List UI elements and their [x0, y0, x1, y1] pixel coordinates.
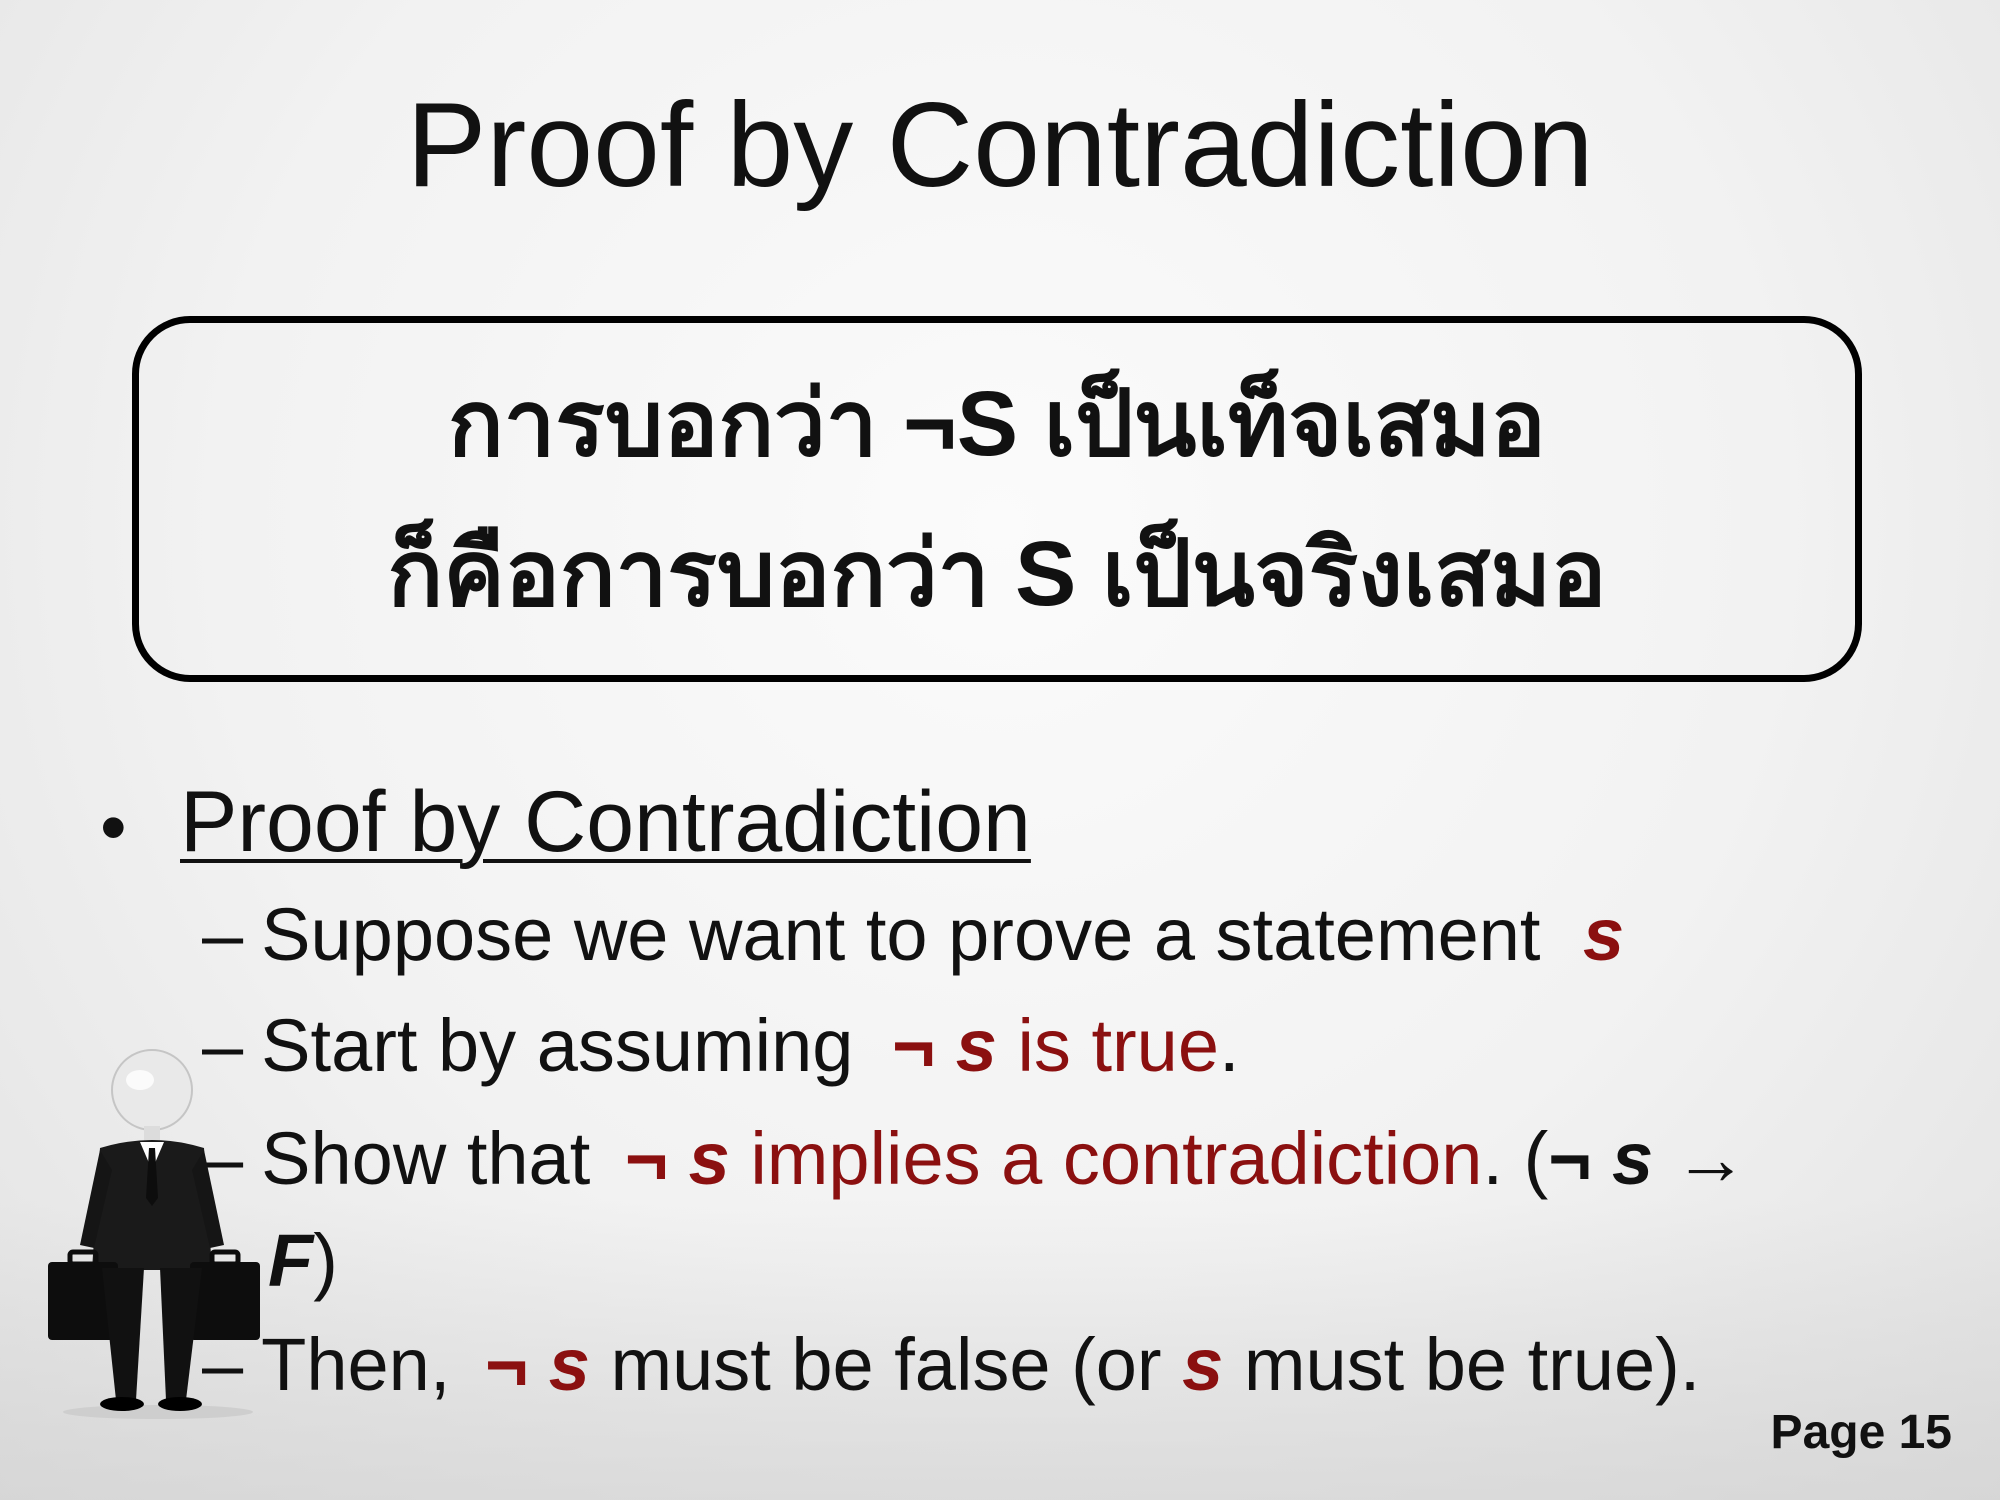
bullet-heading: Proof by Contradiction	[180, 774, 1031, 870]
sub-bullet-text: Start by assuming	[261, 1004, 874, 1087]
sub-bullet-3-continued: F)	[268, 1218, 338, 1303]
sub-bullet-2: – Start by assuming ¬ s is true.	[202, 1003, 1240, 1088]
sub-bullet-text: Then,	[261, 1323, 471, 1406]
callout-box: การบอกว่า ¬S เป็นเท็จเสมอ ก็คือการบอกว่า…	[132, 316, 1862, 682]
negation-symbol: ¬	[891, 1004, 936, 1087]
statement-variable: s	[688, 1117, 730, 1200]
false-constant: F	[268, 1219, 314, 1302]
sub-bullet-text-red: is true	[996, 1004, 1219, 1087]
sub-bullet-3: – Show that ¬ s implies a contradiction. …	[202, 1116, 1748, 1201]
sub-bullet-1: – Suppose we want to prove a statement s	[202, 892, 1624, 977]
sub-bullet-text: must be true).	[1223, 1323, 1701, 1406]
statement-variable: s	[548, 1323, 590, 1406]
punctuation: . (	[1482, 1117, 1549, 1200]
close-paren: )	[313, 1219, 338, 1302]
negation-symbol: ¬	[624, 1117, 669, 1200]
callout-line-2: ก็คือการบอกว่า S เป็นจริงเสมอ	[387, 523, 1607, 625]
sub-bullet-text: Show that	[261, 1117, 611, 1200]
statement-variable: s	[1583, 893, 1625, 976]
statement-variable: s	[1182, 1323, 1224, 1406]
bullet-marker: •	[100, 785, 127, 870]
negation-symbol: ¬	[1548, 1117, 1592, 1200]
statement-variable: s	[955, 1004, 997, 1087]
period: .	[1218, 1004, 1240, 1087]
implies-arrow: →	[1653, 1117, 1748, 1200]
sub-bullet-text: Suppose we want to prove a statement	[261, 893, 1562, 976]
slide-title: Proof by Contradiction	[406, 78, 1594, 212]
negation-symbol: ¬	[484, 1323, 529, 1406]
businessman-with-briefcases-icon	[40, 1040, 270, 1420]
sub-bullet-text-red: implies a contradiction	[729, 1117, 1483, 1200]
statement-variable: s	[1612, 1117, 1654, 1200]
callout-line-1: การบอกว่า ¬S เป็นเท็จเสมอ	[448, 373, 1546, 475]
sub-bullet-text: must be false (or	[589, 1323, 1183, 1406]
sub-bullet-4: – Then, ¬ s must be false (or s must be t…	[202, 1322, 1700, 1407]
dash: –	[202, 893, 244, 976]
page-number: Page 15	[1770, 1406, 1952, 1459]
